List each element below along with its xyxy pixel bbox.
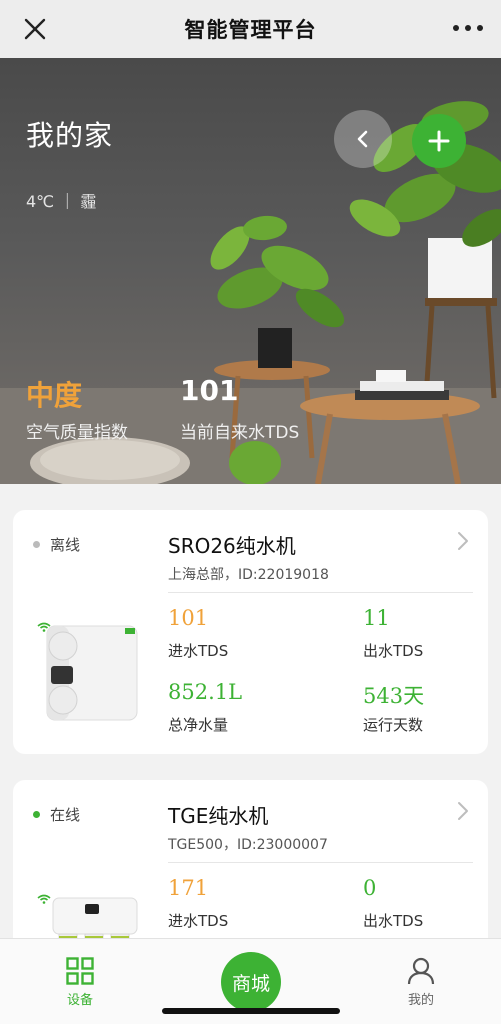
outlet-tds-label: 出水TDS <box>363 912 424 930</box>
previous-home-button[interactable] <box>334 110 392 168</box>
inlet-tds-label: 进水TDS <box>168 912 229 930</box>
plus-icon <box>428 130 450 152</box>
inlet-tds-label: 进水TDS <box>168 642 229 660</box>
tab-devices[interactable]: 设备 <box>50 957 110 1008</box>
tap-water-tds-label: 当前自来水TDS <box>180 423 300 443</box>
user-icon <box>407 957 435 985</box>
device-status-label: 离线 <box>50 536 81 554</box>
total-purified-label: 总净水量 <box>168 716 229 734</box>
hero-banner: 我的家 4℃ ｜ 霾 中度 空气质量指数 101 当前自来水TDS <box>0 58 501 484</box>
running-days-label: 运行天数 <box>363 716 424 734</box>
water-purifier-image <box>46 625 138 721</box>
tab-devices-label: 设备 <box>66 993 93 1008</box>
device-name: TGE纯水机 <box>168 804 269 828</box>
divider <box>168 862 473 863</box>
air-quality-value: 中度 <box>26 379 83 412</box>
outlet-tds-value: 11 <box>363 606 390 630</box>
wifi-icon <box>37 894 51 904</box>
add-device-button[interactable] <box>412 114 466 168</box>
tab-shop[interactable]: 商城 <box>221 952 281 1012</box>
device-name: SRO26纯水机 <box>168 534 296 558</box>
navbar: 智能管理平台 <box>0 0 501 58</box>
inlet-tds-value: 171 <box>168 876 209 900</box>
outlet-tds-label: 出水TDS <box>363 642 424 660</box>
status-dot <box>33 811 40 818</box>
home-title: 我的家 <box>26 119 114 152</box>
tab-mine[interactable]: 我的 <box>391 957 451 1008</box>
more-horizontal-icon[interactable] <box>453 20 483 36</box>
running-days-value: 543天 <box>363 684 425 708</box>
divider <box>168 592 473 593</box>
total-purified-value: 852.1L <box>168 680 243 704</box>
device-status: 在线 <box>33 804 80 825</box>
device-status-label: 在线 <box>50 806 81 824</box>
tab-mine-label: 我的 <box>407 993 434 1008</box>
weather-info: 4℃ ｜ 霾 <box>26 192 97 211</box>
page-title: 智能管理平台 <box>184 18 317 42</box>
device-status: 离线 <box>33 534 80 555</box>
outlet-tds-value: 0 <box>363 876 377 900</box>
chevron-right-icon[interactable] <box>456 530 470 552</box>
home-indicator <box>162 1008 340 1014</box>
tap-water-tds-value: 101 <box>180 374 239 407</box>
close-icon[interactable] <box>22 16 48 42</box>
device-subtitle: 上海总部，ID:22019018 <box>168 567 329 583</box>
device-subtitle: TGE500，ID:23000007 <box>168 837 328 853</box>
tab-shop-label: 商城 <box>231 972 270 995</box>
chevron-left-icon <box>357 130 368 148</box>
chevron-right-icon[interactable] <box>456 800 470 822</box>
device-card[interactable]: 离线 SRO26纯水机 上海总部，ID:22019018 101 进水TDS 1… <box>13 510 488 754</box>
grid-icon <box>66 957 94 985</box>
air-quality-label: 空气质量指数 <box>26 423 128 443</box>
status-dot <box>33 541 40 548</box>
inlet-tds-value: 101 <box>168 606 209 630</box>
